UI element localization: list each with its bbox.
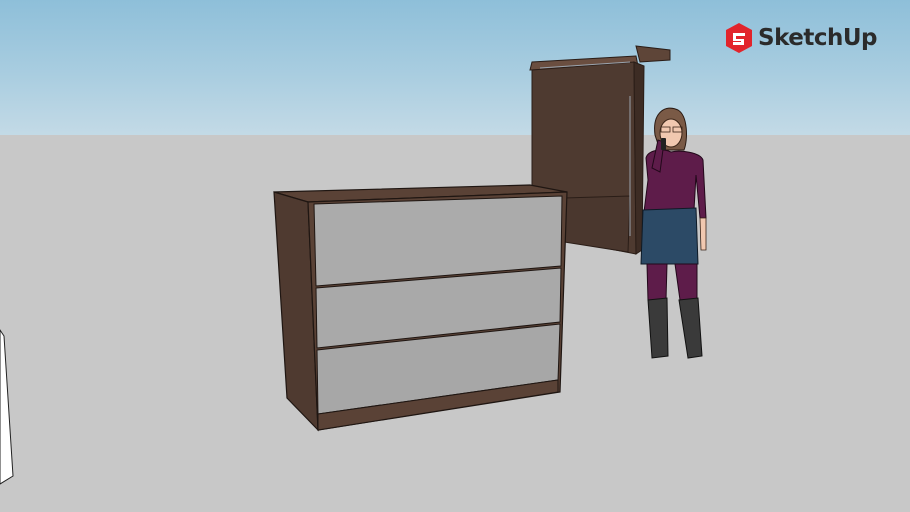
person-boot-left	[647, 297, 669, 359]
person-hand	[699, 217, 707, 251]
person-figure[interactable]	[640, 107, 707, 359]
brand-name: SketchUp	[758, 25, 878, 51]
person-boot-right	[678, 297, 703, 359]
model-viewport[interactable]: SketchUp	[0, 0, 910, 512]
partial-panel-face	[0, 329, 14, 485]
chest-of-drawers[interactable]	[273, 184, 568, 432]
sketchup-brand: SketchUp	[724, 22, 878, 54]
phone-icon	[661, 138, 666, 150]
scene-canvas[interactable]	[0, 0, 910, 512]
tall-cabinet-top-lip	[635, 45, 671, 63]
person-leg-left	[646, 263, 668, 301]
partial-panel[interactable]	[0, 329, 14, 485]
person-skirt	[640, 207, 699, 265]
person-leg-right	[674, 263, 698, 301]
sketchup-logo-icon	[726, 23, 752, 53]
tall-cabinet-front-lower	[563, 195, 631, 253]
